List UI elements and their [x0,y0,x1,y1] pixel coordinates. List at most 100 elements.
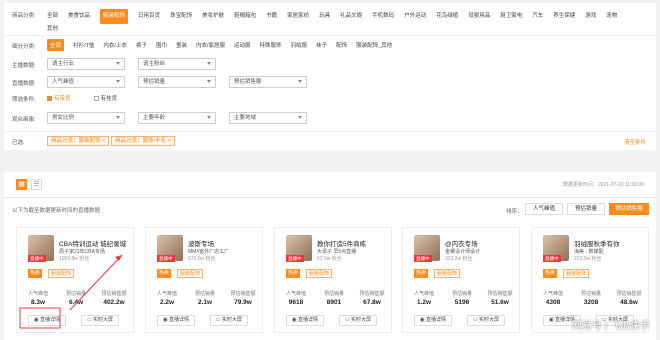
category-option[interactable]: 游戏 [585,11,596,22]
region-dropdown[interactable]: 主要地域 [229,112,307,124]
category-option[interactable]: 厨卫家电 [500,11,522,22]
selected-tag[interactable]: 商品分类：服饰/羊毛 × [111,136,175,146]
category-option[interactable]: 鞋帽箱包 [234,11,256,22]
button-label: 实时大屏 [351,317,372,323]
fans-count: 323.2w 粉丝 [445,256,473,262]
subcategory-option[interactable]: 运动服 [234,41,251,49]
realtime-screen-button[interactable]: ▭ 实时大屏 [81,315,119,326]
live-detail-button[interactable]: ▣ 直播详情 [414,315,452,326]
hot-tag: 热卖 [543,269,558,278]
live-card[interactable]: 直播中 教你打造5件商练 大翠子 早5点直播 52.0w 粉丝 热卖 服装配饰 人气峰值 96… [274,227,392,333]
metric-value: 5196 [454,299,470,306]
live-title[interactable]: 羽绒服秋季有你 [574,238,620,248]
category-option[interactable]: 花鸟绿植 [436,11,458,22]
category-option[interactable]: 珠宝配饰 [170,11,192,22]
live-card[interactable]: 直播中 波斯专场 MM#室外厂店工厂 672.0w 粉丝 热卖 服装配饰 人气峰值 2.2w 预… [145,227,263,333]
category-option[interactable]: 日用百货 [138,11,160,22]
has-goods-checkbox[interactable]: 有带货 [47,94,71,102]
list-view-icon[interactable]: ☰ [31,179,42,190]
category-option[interactable]: 服装配饰 [100,9,129,24]
metric-value: 3208 [583,299,599,306]
metric-label: 预估销量 [580,291,601,297]
realtime-screen-button[interactable]: ▭ 实时大屏 [339,315,377,326]
hot-tag: 热卖 [286,269,301,278]
live-card[interactable]: 直播中 @内衣专场 金螺设计师设计 323.2w 粉丝 热卖 服装配饰 人气峰值 1.2w 预估… [402,227,520,333]
live-title[interactable]: 教你打造5件商练 [317,238,366,248]
sort-peak-button[interactable]: 人气峰值 [525,203,563,215]
subcategory-option[interactable]: 内衣/上衣 [103,41,127,49]
sales-dropdown[interactable]: 预估销量 [138,76,216,88]
grid-view-icon[interactable]: ▦ [16,179,27,190]
live-card[interactable]: 直播中 CBA特训运动 城纪录城 周子家21年CBA专场 1056.8w 粉丝 热卖 服装… [16,227,134,333]
category-option[interactable]: 养生保健 [553,11,575,22]
subcategory-option[interactable]: 袜子 [316,41,327,49]
chevron-down-icon [207,80,211,83]
sort-revenue-button[interactable]: 预估销售额 [609,203,649,215]
chevron-down-icon [207,62,211,65]
revenue-dropdown[interactable]: 预估销售额 [229,76,307,88]
live-badge: 直播中 [157,255,175,262]
subcategory-option[interactable]: 童装 [176,41,187,49]
subcategory-option[interactable]: 配饰 [336,41,347,49]
live-detail-button[interactable]: ▣ 直播详情 [286,315,324,326]
subcategory-option[interactable]: 围巾 [156,41,167,49]
subcategory-option[interactable]: 特殊服饰 [260,41,282,49]
metric-value: 8.3w [30,299,46,306]
checkbox-icon [93,96,99,102]
chevron-down-icon [298,116,302,119]
selected-tag[interactable]: 商品分类：服装配饰 × [47,136,110,146]
live-detail-button[interactable]: ▣ 直播详情 [28,315,66,326]
peak-dropdown[interactable]: 人气峰值 [47,76,125,88]
subcategory-option[interactable]: 裤子 [136,41,147,49]
fans-count: 672.0w 粉丝 [188,256,216,262]
chevron-down-icon [116,116,120,119]
realtime-screen-button[interactable]: ▭ 实时大屏 [467,315,505,326]
audience-label: 观众画像: [12,117,36,123]
category-tag: 服装配饰 [434,269,461,278]
category-option[interactable]: 美食饮品 [68,11,90,22]
dropdown-text: 请主粉丝 [143,61,166,67]
hot-tag: 热卖 [157,269,172,278]
anchor-industry-dropdown[interactable]: 请主行业 [47,58,125,70]
clear-filters-link[interactable]: 清空条件 [624,138,646,146]
category-option[interactable]: 玩具 [319,11,330,22]
watermark: 网易号 | 飞瓜快手 [571,321,650,332]
category-option[interactable]: 其他 [47,24,58,35]
metric-value: 51.6w [491,299,509,306]
realtime-screen-button[interactable]: ▭ 实时大屏 [210,315,248,326]
gender-dropdown[interactable]: 男女比例 [47,112,125,124]
subcategory-option[interactable]: 全部 [47,39,65,51]
subcategory-option[interactable]: 服装配饰_其他 [356,41,392,49]
sort-sales-button[interactable]: 预估销量 [567,203,605,215]
subcategory-option[interactable]: 羽绒服 [291,41,308,49]
anchor-fans-dropdown[interactable]: 请主粉丝 [138,58,216,70]
button-label: 直播详情 [40,317,61,323]
category-option[interactable]: 宠物 [606,11,617,22]
category-option[interactable]: 家居家纺 [287,11,309,22]
live-detail-button[interactable]: ▣ 直播详情 [157,315,195,326]
category-option[interactable]: 全部 [47,11,58,22]
category-option[interactable]: 户外运动 [404,11,426,22]
button-label: 直播详情 [426,317,447,323]
category-option[interactable]: 母婴用品 [468,11,490,22]
live-title[interactable]: @内衣专场 [445,238,478,248]
category-option[interactable]: 汽车 [532,11,543,22]
button-label: 实时大屏 [479,317,500,323]
live-title[interactable]: CBA特训运动 城纪录城 [59,238,126,248]
metric-value: 9618 [288,299,304,306]
anchor-name: 海美 · 数媒配 [574,249,604,255]
category-option[interactable]: 美妆护肤 [202,11,224,22]
category-option[interactable]: 礼品文娱 [340,11,362,22]
category-option[interactable]: 手机数码 [372,11,394,22]
subcategory-option[interactable]: 衬衫/T恤 [73,41,94,49]
has-hanging-checkbox[interactable]: 有挂货 [93,94,117,102]
hot-tag: 热卖 [414,269,429,278]
metric-label: 预估销售额 [230,291,256,297]
category-option[interactable]: 书籍 [266,11,277,22]
checkbox-label: 有带货 [54,96,71,102]
subcategory-option[interactable]: 内衣/家居服 [196,41,225,49]
live-badge: 直播中 [286,255,304,262]
age-dropdown[interactable]: 主要年龄 [138,112,216,124]
live-title[interactable]: 波斯专场 [188,238,214,248]
checkbox-icon [47,96,52,102]
